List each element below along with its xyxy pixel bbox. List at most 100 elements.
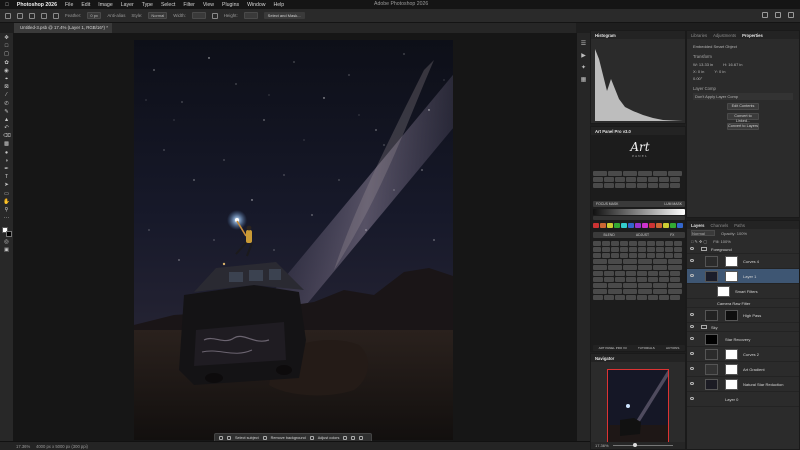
layer-art-gradient[interactable]: Art Gradient — [687, 362, 799, 377]
visibility-eye-icon[interactable] — [690, 337, 694, 340]
apple-logo-icon[interactable]:  — [5, 2, 9, 8]
remove-background-button[interactable]: Remove background — [271, 436, 306, 440]
x-value[interactable]: X: 0 in — [693, 69, 704, 74]
smart-object-thumbnail[interactable] — [705, 271, 718, 282]
fx-button[interactable]: FX — [670, 232, 674, 238]
quick-mask-icon[interactable]: ◎ — [3, 239, 10, 246]
art-panel-button-grid-2[interactable] — [593, 241, 685, 300]
navigator-tab[interactable]: Navigator — [595, 356, 614, 361]
layer-mask-thumbnail[interactable] — [725, 349, 738, 360]
select-and-mask-button[interactable]: Select and Mask... — [263, 12, 305, 19]
add-to-selection-icon[interactable] — [41, 12, 47, 19]
dodge-tool-icon[interactable]: ◑ — [3, 158, 10, 165]
pen-tool-icon[interactable]: ✒ — [3, 166, 10, 173]
zoom-tool-icon[interactable]: ⚲ — [3, 207, 10, 214]
menu-help[interactable]: Help — [274, 2, 285, 8]
actions-icon[interactable]: ▶ — [580, 53, 587, 59]
subtract-selection-icon[interactable] — [53, 12, 59, 19]
visibility-eye-icon[interactable] — [690, 352, 694, 355]
tab-libraries[interactable]: Libraries — [691, 33, 707, 38]
art-panel-tab[interactable]: Art Panel Pro v3.0 — [595, 129, 631, 134]
y-value[interactable]: Y: 0 in — [714, 69, 725, 74]
more-options-icon[interactable] — [359, 436, 364, 440]
visibility-eye-icon[interactable] — [690, 313, 694, 316]
visibility-eye-icon[interactable] — [690, 274, 694, 277]
crop-icon[interactable] — [351, 436, 356, 440]
lum-mask-label[interactable]: LUM MASK — [664, 201, 682, 207]
menu-plugins[interactable]: Plugins — [222, 2, 239, 8]
menu-select[interactable]: Select — [161, 2, 175, 8]
antialias-checkbox[interactable]: Anti-alias — [107, 13, 125, 18]
layer-curves-2[interactable]: Curves 2 — [687, 347, 799, 362]
art-panel-footer-link-2[interactable]: TUTORIALS — [638, 345, 655, 351]
drag-handle-icon[interactable] — [219, 436, 223, 440]
layer-layer-1[interactable]: Layer 1 — [687, 269, 799, 284]
layer-group-foreground[interactable]: Foreground — [687, 245, 799, 254]
menu-file[interactable]: File — [65, 2, 73, 8]
eraser-tool-icon[interactable]: ⌫ — [3, 133, 11, 140]
focus-mask-label[interactable]: FOCUS MASK — [596, 201, 618, 207]
clone-stamp-tool-icon[interactable]: ▲ — [3, 117, 10, 124]
layer-comp-select[interactable]: Don't Apply Layer Comp — [695, 94, 738, 99]
color-swatch-row[interactable] — [593, 223, 685, 228]
type-tool-icon[interactable]: T — [3, 174, 10, 181]
width-input[interactable] — [191, 12, 206, 19]
menu-window[interactable]: Window — [247, 2, 265, 8]
lasso-tool-icon[interactable]: ✿ — [3, 60, 10, 67]
layer-group-sky[interactable]: Sky — [687, 323, 799, 332]
art-panel-footer-link-3[interactable]: ACTIONS — [666, 345, 679, 351]
hand-tool-icon[interactable]: ✋ — [3, 199, 10, 206]
layer-thumbnail[interactable] — [705, 379, 718, 390]
document-info[interactable]: 4000 px x 5000 px (300 ppi) — [36, 444, 88, 449]
visibility-eye-icon[interactable] — [690, 397, 694, 400]
visibility-eye-icon[interactable] — [690, 325, 694, 328]
blur-tool-icon[interactable]: ● — [3, 150, 10, 157]
swap-dimensions-icon[interactable] — [211, 12, 218, 19]
layer-thumbnail[interactable] — [705, 364, 718, 375]
menu-edit[interactable]: Edit — [81, 2, 90, 8]
layer-mask-thumbnail[interactable] — [725, 379, 738, 390]
navigator-zoom-slider[interactable] — [613, 445, 673, 446]
tab-properties[interactable]: Properties — [742, 33, 763, 38]
height-value[interactable]: H: 16.67 in — [723, 62, 742, 67]
tab-adjustments[interactable]: Adjustments — [713, 33, 736, 38]
crop-tool-icon[interactable]: ⌖ — [3, 76, 10, 83]
swatches-icon[interactable]: ▦ — [580, 77, 587, 83]
visibility-eye-icon[interactable] — [690, 247, 694, 250]
menu-filter[interactable]: Filter — [183, 2, 195, 8]
layer-smart-filters[interactable]: Smart Filters — [687, 284, 799, 299]
menu-type[interactable]: Type — [142, 2, 153, 8]
histogram-tab[interactable]: Histogram — [595, 33, 616, 38]
canvas-area[interactable] — [14, 33, 576, 441]
menu-image[interactable]: Image — [98, 2, 112, 8]
layer-star-recovery[interactable]: Star Recovery — [687, 332, 799, 347]
document-image[interactable] — [134, 40, 453, 440]
history-brush-tool-icon[interactable]: ↶ — [3, 125, 10, 132]
rectangle-tool-icon[interactable]: ▭ — [3, 191, 10, 198]
brushes-icon[interactable]: ✦ — [580, 65, 587, 71]
visibility-eye-icon[interactable] — [690, 367, 694, 370]
tab-layers[interactable]: Layers — [691, 223, 705, 228]
layer-natural-star-reduction[interactable]: Natural Star Reduction — [687, 377, 799, 392]
eyedropper-tool-icon[interactable]: ⁄ — [3, 93, 10, 99]
artboard-tool-icon[interactable]: □ — [3, 43, 10, 50]
blend-button[interactable]: BLEND — [604, 232, 615, 238]
transform-icon[interactable] — [343, 436, 348, 440]
layer-camera-raw-filter[interactable]: Camera Raw Filter — [687, 299, 799, 308]
layer-curves-4[interactable]: Curves 4 — [687, 254, 799, 269]
more-tools-icon[interactable]: ⋯ — [3, 215, 10, 222]
share-icon[interactable] — [762, 12, 768, 18]
opacity-input[interactable]: Opacity: 100% — [721, 231, 747, 236]
fill-input[interactable]: Fill: 100% — [713, 239, 731, 244]
smart-filter-mask-thumbnail[interactable] — [717, 286, 730, 297]
edit-contents-button[interactable]: Edit Contents — [727, 103, 759, 110]
navigator-thumbnail[interactable] — [607, 369, 669, 446]
frame-tool-icon[interactable]: ⊠ — [3, 84, 10, 91]
convert-to-layers-button[interactable]: Convert to Layers — [727, 123, 759, 130]
adjust-button[interactable]: ADJUST — [636, 232, 649, 238]
zoom-level[interactable]: 17.36% — [16, 444, 30, 449]
history-icon[interactable]: ☰ — [580, 41, 587, 47]
visibility-eye-icon[interactable] — [690, 382, 694, 385]
select-subject-button[interactable]: Select subject — [235, 436, 259, 440]
navigator-zoom-value[interactable]: 17.36% — [595, 443, 609, 448]
